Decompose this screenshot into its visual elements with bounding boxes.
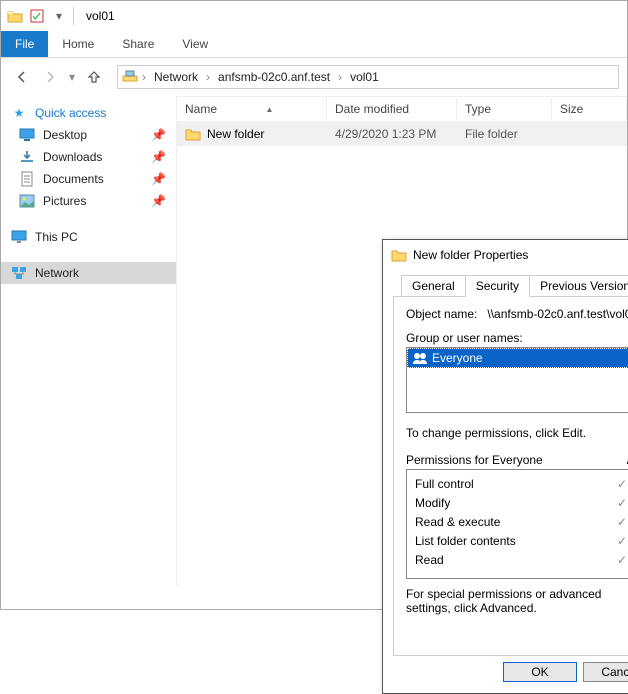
recent-dropdown-icon[interactable]: ▾	[65, 64, 79, 90]
breadcrumb-segment[interactable]: anfsmb-02c0.anf.test	[214, 68, 334, 86]
quick-access-header[interactable]: ★ Quick access	[1, 102, 176, 124]
tab-home[interactable]: Home	[48, 31, 108, 57]
advanced-hint: For special permissions or advanced sett…	[406, 587, 628, 615]
permission-name: Read & execute	[415, 515, 595, 529]
dialog-body: Object name: \\anfsmb-02c0.anf.test\vol0…	[393, 296, 628, 656]
permission-row: List folder contents ✓	[415, 531, 628, 550]
sidebar-item-label: Desktop	[43, 128, 87, 142]
pin-icon: 📌	[151, 194, 166, 208]
desktop-icon	[19, 127, 35, 143]
sidebar-item-this-pc[interactable]: This PC	[1, 226, 176, 248]
tab-share[interactable]: Share	[108, 31, 168, 57]
allow-check-icon: ✓	[595, 515, 628, 529]
permission-name: Read	[415, 553, 595, 567]
sidebar-item-label: Pictures	[43, 194, 86, 208]
pin-icon: 📌	[151, 172, 166, 186]
chevron-right-icon[interactable]: ›	[140, 70, 148, 84]
pictures-icon	[19, 193, 35, 209]
allow-check-icon: ✓	[595, 477, 628, 491]
address-bar[interactable]: › Network › anfsmb-02c0.anf.test › vol01	[117, 65, 619, 89]
tab-file[interactable]: File	[1, 31, 48, 57]
dialog-title: New folder Properties	[413, 248, 528, 262]
dialog-tabs: General Security Previous Versions Custo…	[383, 270, 628, 296]
column-date[interactable]: Date modified	[327, 98, 457, 120]
properties-qat-icon[interactable]	[27, 6, 47, 26]
properties-dialog: New folder Properties ✕ General Security…	[382, 239, 628, 694]
back-button[interactable]	[9, 64, 35, 90]
group-list[interactable]: Everyone	[406, 347, 628, 413]
allow-check-icon: ✓	[595, 534, 628, 548]
permission-row: Read & execute ✓	[415, 512, 628, 531]
object-name-value: \\anfsmb-02c0.anf.test\vol01\New folder	[487, 307, 628, 321]
downloads-icon	[19, 149, 35, 165]
file-row[interactable]: New folder 4/29/2020 1:23 PM File folder	[177, 122, 627, 146]
allow-check-icon: ✓	[595, 496, 628, 510]
sidebar-item-network[interactable]: Network	[1, 262, 176, 284]
object-name-label: Object name:	[406, 307, 477, 321]
chevron-right-icon[interactable]: ›	[204, 70, 212, 84]
permission-name: List folder contents	[415, 534, 595, 548]
up-button[interactable]	[81, 64, 107, 90]
tab-view[interactable]: View	[168, 31, 222, 57]
permission-name: Modify	[415, 496, 595, 510]
file-date: 4/29/2020 1:23 PM	[327, 125, 457, 143]
sidebar-item-label: Documents	[43, 172, 104, 186]
allow-check-icon: ✓	[595, 553, 628, 567]
window-title: vol01	[86, 9, 115, 23]
tab-previous-versions[interactable]: Previous Versions	[529, 275, 628, 297]
network-location-icon	[122, 69, 138, 85]
column-size[interactable]: Size	[552, 98, 627, 120]
pin-icon: 📌	[151, 150, 166, 164]
folder-icon	[391, 247, 407, 263]
forward-button	[37, 64, 63, 90]
column-type[interactable]: Type	[457, 98, 552, 120]
tab-security[interactable]: Security	[465, 275, 530, 297]
group-icon	[412, 350, 428, 366]
ok-button[interactable]: OK	[503, 662, 577, 682]
edit-hint: To change permissions, click Edit.	[406, 426, 586, 440]
sidebar-item-label: This PC	[35, 230, 78, 244]
folder-icon	[185, 126, 201, 142]
window-titlebar: ▾ vol01	[1, 1, 627, 31]
ribbon: File Home Share View	[1, 31, 627, 57]
group-item-everyone[interactable]: Everyone	[407, 348, 628, 368]
sidebar-item-label: Network	[35, 266, 79, 280]
file-list-pane: Name▲ Date modified Type Size New folder…	[176, 96, 627, 586]
navbar: ▾ › Network › anfsmb-02c0.anf.test › vol…	[1, 58, 627, 96]
dialog-titlebar[interactable]: New folder Properties ✕	[383, 240, 628, 270]
folder-icon	[5, 6, 25, 26]
cancel-button[interactable]: Cancel	[583, 662, 628, 682]
permissions-list: Full control ✓ Modify ✓ Read & execute ✓…	[406, 469, 628, 579]
sidebar-item-pictures[interactable]: Pictures 📌	[1, 190, 176, 212]
permission-row: Read ✓	[415, 550, 628, 569]
allow-header: Allow	[614, 453, 628, 467]
chevron-down-icon[interactable]: ▾	[49, 6, 69, 26]
documents-icon	[19, 171, 35, 187]
network-icon	[11, 265, 27, 281]
navigation-pane: ★ Quick access Desktop 📌 Downloads 📌 Doc…	[1, 96, 176, 586]
permission-name: Full control	[415, 477, 595, 491]
permissions-header: Permissions for Everyone	[406, 453, 614, 467]
star-icon: ★	[11, 105, 27, 121]
column-name[interactable]: Name▲	[177, 98, 327, 120]
sidebar-item-label: Downloads	[43, 150, 102, 164]
file-type: File folder	[457, 125, 552, 143]
quick-access-label: Quick access	[35, 106, 106, 120]
file-name: New folder	[207, 127, 264, 141]
sort-asc-icon: ▲	[266, 105, 274, 114]
group-item-label: Everyone	[432, 351, 483, 365]
pin-icon: 📌	[151, 128, 166, 142]
sidebar-item-documents[interactable]: Documents 📌	[1, 168, 176, 190]
permission-row: Full control ✓	[415, 474, 628, 493]
chevron-right-icon[interactable]: ›	[336, 70, 344, 84]
sidebar-item-downloads[interactable]: Downloads 📌	[1, 146, 176, 168]
permission-row: Modify ✓	[415, 493, 628, 512]
column-headers: Name▲ Date modified Type Size	[177, 96, 627, 122]
tab-general[interactable]: General	[401, 275, 466, 297]
computer-icon	[11, 229, 27, 245]
group-list-label: Group or user names:	[406, 331, 628, 345]
sidebar-item-desktop[interactable]: Desktop 📌	[1, 124, 176, 146]
breadcrumb-segment[interactable]: vol01	[346, 68, 383, 86]
breadcrumb-segment[interactable]: Network	[150, 68, 202, 86]
